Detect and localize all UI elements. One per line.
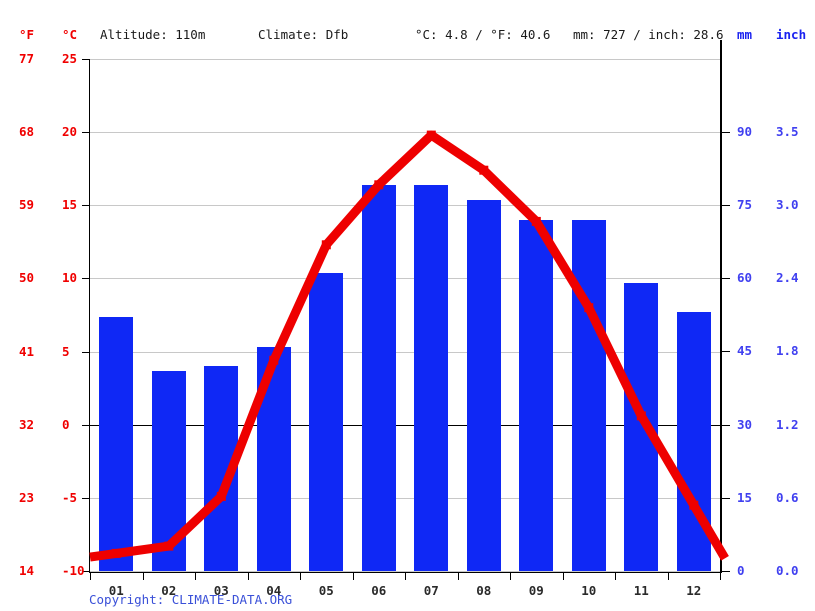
axis-label-month: 05 [318, 583, 334, 598]
axis-label-fahrenheit: 68 [19, 124, 35, 139]
header-altitude: Altitude: 110m [100, 27, 206, 42]
axis-tick-bottom [300, 572, 301, 580]
axis-label-fahrenheit: 77 [19, 51, 35, 66]
axis-label-celsius: -10 [62, 563, 85, 578]
precipitation-bar [204, 366, 239, 571]
axis-label-month: 12 [686, 583, 702, 598]
gridline [90, 205, 720, 206]
axis-tick-right [722, 571, 730, 572]
axis-label-fahrenheit: 59 [19, 197, 35, 212]
axis-label-fahrenheit: 41 [19, 344, 35, 359]
axis-tick-bottom [405, 572, 406, 580]
precipitation-bar [151, 370, 186, 571]
axis-tick-bottom [142, 572, 144, 580]
axis-label-month: 09 [528, 583, 544, 598]
axis-label-celsius: 0 [62, 417, 70, 432]
axis-tick-right [722, 351, 730, 352]
axis-label-month: 10 [581, 583, 597, 598]
axis-tick-bottom [720, 572, 721, 580]
axis-label-mm: 75 [737, 197, 753, 212]
axis-label-inch: 1.8 [776, 343, 799, 358]
header-climate-class: Climate: Dfb [258, 27, 349, 42]
plot-area [90, 59, 720, 572]
axis-label-mm: 15 [737, 490, 753, 505]
axis-tick-right [722, 278, 730, 279]
axis-label-inch: 1.2 [776, 417, 799, 432]
axis-label-celsius: 15 [62, 197, 78, 212]
axis-tick-bottom [615, 572, 616, 580]
axis-label-mm: 0 [737, 563, 745, 578]
header-fahrenheit-unit: °F [19, 27, 35, 42]
axis-label-celsius: 25 [62, 51, 78, 66]
axis-tick-right [722, 425, 730, 426]
axis-label-mm: 90 [737, 124, 753, 139]
gridline [90, 132, 720, 133]
axis-label-fahrenheit: 23 [19, 490, 35, 505]
axis-label-celsius: 10 [62, 270, 78, 285]
axis-tick-bottom [195, 572, 196, 580]
precipitation-bar [361, 185, 396, 571]
precipitation-bar [256, 346, 291, 571]
gridline [90, 59, 720, 60]
axis-tick-right [722, 205, 730, 206]
header-precipitation-summary: mm: 727 / inch: 28.6 [573, 27, 724, 42]
axis-label-month: 06 [371, 583, 387, 598]
precipitation-bar [571, 219, 606, 571]
precipitation-bar [466, 200, 501, 571]
axis-label-inch: 3.5 [776, 124, 799, 139]
precipitation-bar [676, 312, 711, 571]
header-temperature-summary: °C: 4.8 / °F: 40.6 [415, 27, 551, 42]
axis-tick-bottom [562, 572, 564, 580]
axis-label-celsius: -5 [62, 490, 78, 505]
axis-label-inch: 0.6 [776, 490, 799, 505]
climate-chart-page: °F °C Altitude: 110m Climate: Dfb °C: 4.… [0, 0, 815, 611]
axis-label-inch: 0.0 [776, 563, 799, 578]
axis-tick-bottom [352, 572, 354, 580]
copyright-text: Copyright: CLIMATE-DATA.ORG [89, 592, 293, 607]
axis-tick-bottom [247, 572, 249, 580]
axis-label-mm: 60 [737, 270, 753, 285]
axis-label-month: 08 [476, 583, 492, 598]
axis-label-inch: 3.0 [776, 197, 799, 212]
header-celsius-unit: °C [62, 27, 78, 42]
axis-line-right [720, 40, 722, 572]
axis-tick-bottom [510, 572, 511, 580]
header-mm-unit: mm [737, 27, 753, 42]
axis-label-mm: 30 [737, 417, 753, 432]
axis-label-celsius: 20 [62, 124, 78, 139]
precipitation-bar [99, 317, 134, 571]
axis-label-fahrenheit: 50 [19, 270, 35, 285]
axis-label-month: 07 [423, 583, 439, 598]
axis-label-mm: 45 [737, 343, 753, 358]
axis-tick-right [722, 132, 730, 133]
axis-tick-bottom [90, 572, 91, 580]
precipitation-bar [519, 219, 554, 571]
header-inch-unit: inch [776, 27, 807, 42]
axis-label-inch: 2.4 [776, 270, 799, 285]
precipitation-bar [309, 273, 344, 571]
precipitation-bar [624, 283, 659, 571]
axis-tick-right [722, 498, 730, 499]
axis-label-fahrenheit: 14 [19, 563, 35, 578]
axis-label-celsius: 5 [62, 344, 70, 359]
axis-label-month: 11 [633, 583, 649, 598]
axis-label-fahrenheit: 32 [19, 417, 35, 432]
chart-header: °F °C Altitude: 110m Climate: Dfb °C: 4.… [0, 0, 815, 48]
precipitation-bar [414, 185, 449, 571]
gridline [90, 278, 720, 279]
axis-tick-bottom [457, 572, 459, 580]
axis-tick-bottom [667, 572, 669, 580]
